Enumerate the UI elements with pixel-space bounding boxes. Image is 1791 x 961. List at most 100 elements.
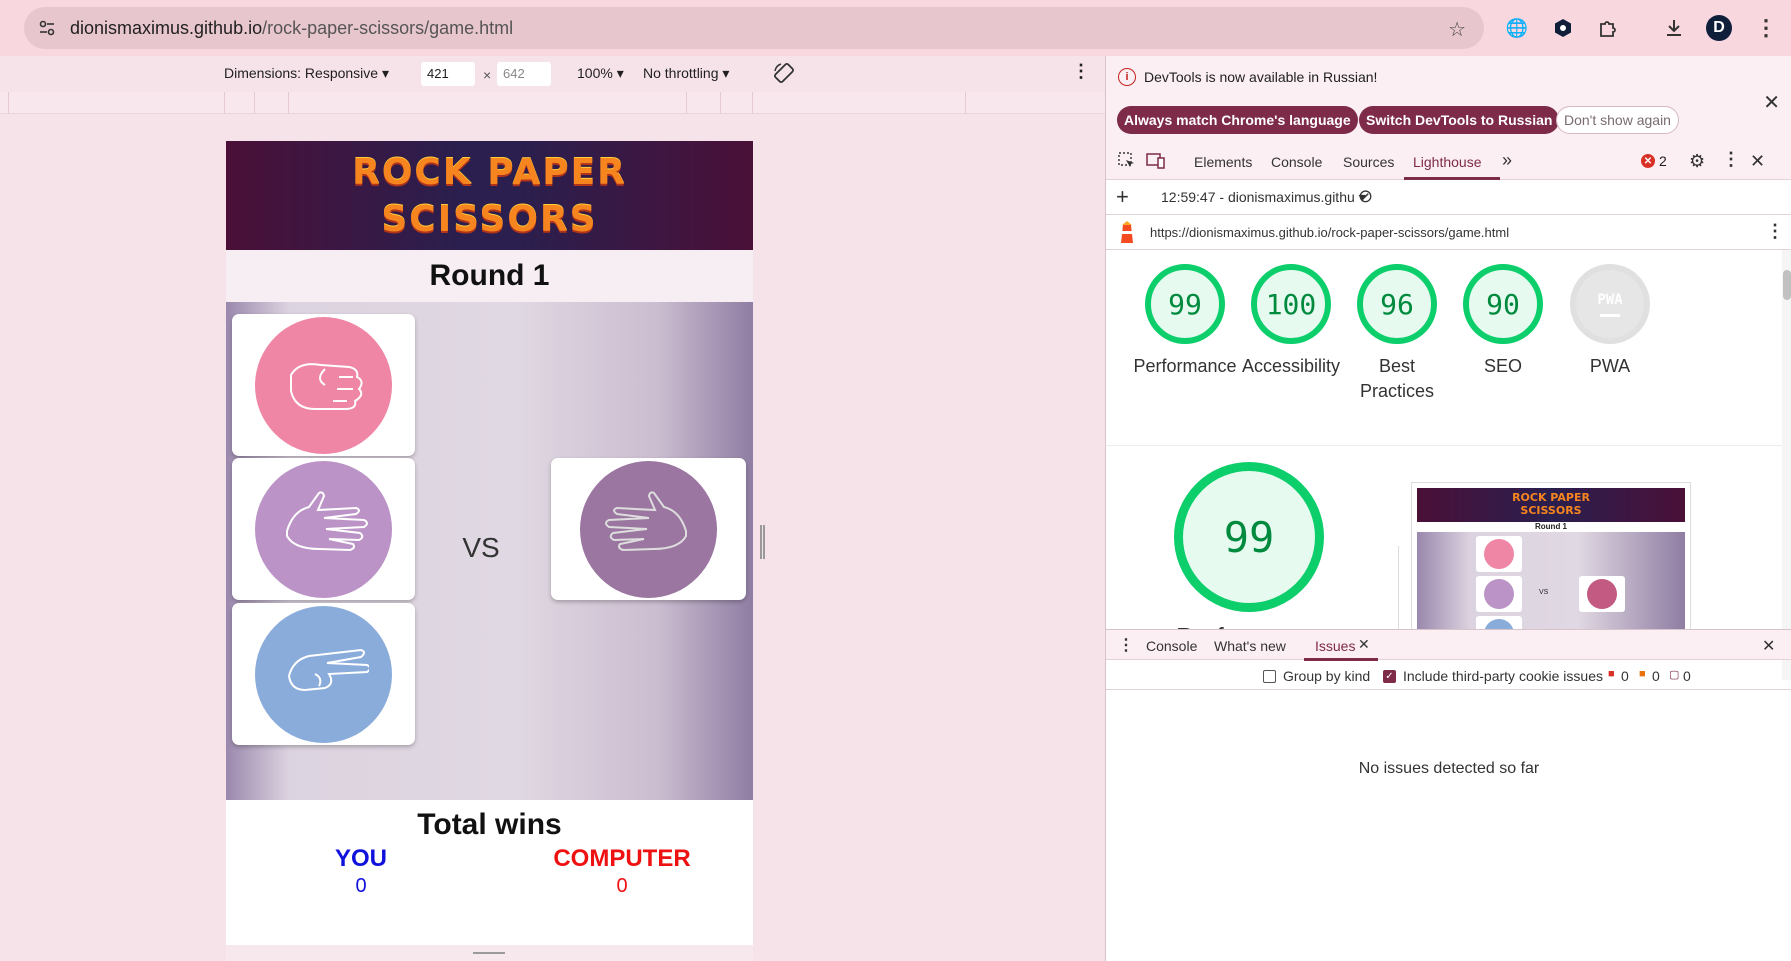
- tab-sources[interactable]: Sources: [1343, 154, 1394, 170]
- computer-choice-card: [551, 458, 746, 600]
- devtools-menu-icon[interactable]: ⋮: [1722, 149, 1740, 170]
- gauge-performance[interactable]: 99 Performance: [1125, 264, 1245, 379]
- report-scrollbar[interactable]: [1782, 250, 1791, 680]
- scissors-hand-icon: [255, 605, 392, 743]
- computer-paper-hand-icon: [580, 460, 717, 598]
- thumb-header: ROCK PAPER SCISSORS: [1417, 488, 1685, 522]
- computer-label: COMPUTER: [553, 845, 691, 872]
- gauge-label: Accessibility: [1241, 356, 1341, 376]
- dimensions-dropdown[interactable]: Dimensions: Responsive ▾: [224, 65, 389, 82]
- include-third-party-checkbox[interactable]: ✓: [1383, 670, 1396, 683]
- thumb-title-1: ROCK PAPER: [1512, 491, 1590, 504]
- gauge-accessibility[interactable]: 100 Accessibility: [1231, 264, 1351, 379]
- devtools-panel: i DevTools is now available in Russian! …: [1105, 56, 1791, 961]
- lighthouse-toolbar: + 12:59:47 - dionismaximus.githu ▾ ⊘: [1106, 180, 1791, 215]
- download-icon[interactable]: [1660, 14, 1688, 42]
- lighthouse-logo-icon: [1118, 221, 1136, 248]
- viewport-resize-handle[interactable]: [760, 525, 765, 559]
- drawer-tab-whats-new[interactable]: What's new: [1214, 638, 1286, 654]
- media-query-ruler[interactable]: [0, 92, 1105, 114]
- rotate-icon[interactable]: [772, 61, 796, 88]
- zoom-dropdown[interactable]: 100% ▾: [577, 65, 624, 82]
- match-language-button[interactable]: Always match Chrome's language: [1117, 106, 1358, 134]
- issue-error-icon: ■: [1608, 668, 1615, 680]
- drawer-menu-icon[interactable]: ⋮: [1118, 635, 1134, 655]
- thumb-title-2: SCISSORS: [1520, 504, 1582, 517]
- final-screenshot-thumbnail[interactable]: ROCK PAPER SCISSORS Round 1 VS: [1411, 482, 1691, 634]
- close-devtools-icon[interactable]: ✕: [1750, 151, 1765, 172]
- infobar-message: i DevTools is now available in Russian!: [1118, 68, 1377, 86]
- browser-toolbar: dionismaximus.github.io/rock-paper-sciss…: [0, 0, 1791, 56]
- url-text[interactable]: dionismaximus.github.io/rock-paper-sciss…: [70, 18, 513, 39]
- dont-show-again-button[interactable]: Don't show again: [1556, 106, 1679, 134]
- report-menu-icon[interactable]: ⋮: [1766, 221, 1784, 242]
- drawer-tab-console[interactable]: Console: [1146, 638, 1197, 654]
- profile-avatar-icon[interactable]: D: [1706, 15, 1732, 41]
- total-wins-heading: Total wins: [417, 808, 562, 841]
- extension-shield-icon[interactable]: [1549, 14, 1577, 42]
- star-icon[interactable]: ☆: [1448, 17, 1466, 42]
- address-bar[interactable]: dionismaximus.github.io/rock-paper-sciss…: [24, 7, 1484, 49]
- gauge-seo[interactable]: 90 SEO: [1443, 264, 1563, 379]
- new-report-icon[interactable]: +: [1116, 184, 1129, 210]
- score-ring: 96: [1357, 264, 1437, 344]
- no-issues-message: No issues detected so far: [1358, 760, 1540, 777]
- drawer-tabbar: ⋮ Console What's new Issues ✕ ✕: [1106, 629, 1791, 661]
- error-icon: ✕: [1641, 154, 1655, 168]
- gauge-label: SEO: [1483, 356, 1522, 376]
- tab-lighthouse[interactable]: Lighthouse: [1413, 154, 1482, 170]
- width-input[interactable]: 421: [421, 62, 475, 86]
- issues-toolbar: Group by kind ✓ Include third-party cook…: [1106, 660, 1791, 690]
- throttling-dropdown[interactable]: No throttling ▾: [643, 65, 729, 82]
- device-toggle-icon[interactable]: [1146, 152, 1166, 173]
- thumb-rock: [1476, 536, 1522, 572]
- performance-big-gauge: 99: [1174, 462, 1324, 612]
- switch-russian-button[interactable]: Switch DevTools to Russian: [1359, 106, 1560, 134]
- issue-error-count: 0: [1621, 668, 1629, 684]
- scissors-choice-button[interactable]: [232, 603, 415, 745]
- report-url[interactable]: https://dionismaximus.github.io/rock-pap…: [1150, 225, 1509, 240]
- dimension-separator: ×: [483, 67, 492, 83]
- height-input[interactable]: 642: [497, 62, 551, 86]
- lighthouse-urlbar: https://dionismaximus.github.io/rock-pap…: [1106, 215, 1791, 250]
- clear-icon[interactable]: ⊘: [1358, 186, 1373, 207]
- error-count-badge[interactable]: ✕ 2: [1641, 153, 1667, 169]
- game-title-line-1: ROCK PAPER: [352, 151, 627, 193]
- device-options-icon[interactable]: ⋮: [1072, 61, 1090, 82]
- thumb-round: Round 1: [1535, 522, 1567, 531]
- include-third-party-label: Include third-party cookie issues: [1403, 668, 1603, 684]
- close-drawer-icon[interactable]: ✕: [1762, 636, 1775, 656]
- device-toolbar: Dimensions: Responsive ▾ 421 × 642 100% …: [0, 56, 1105, 92]
- close-icon[interactable]: ✕: [1763, 90, 1780, 115]
- gauge-best-practices[interactable]: 96 Best Practices: [1337, 264, 1457, 404]
- gauge-label: Best Practices: [1359, 356, 1435, 401]
- viewport-resize-grip[interactable]: [473, 952, 505, 955]
- gauge-pwa[interactable]: PWA PWA: [1550, 264, 1670, 379]
- thumb-arena: VS: [1417, 532, 1685, 633]
- settings-gear-icon[interactable]: ⚙: [1689, 151, 1705, 172]
- translate-icon[interactable]: 🌐: [1503, 14, 1531, 42]
- tab-console[interactable]: Console: [1271, 154, 1322, 170]
- group-by-kind-checkbox[interactable]: [1263, 670, 1276, 683]
- game-header: ROCK PAPER SCISSORS: [226, 141, 753, 250]
- issue-info-count: 0: [1683, 668, 1691, 684]
- rock-choice-button[interactable]: [232, 314, 415, 456]
- score-ring: 100: [1251, 264, 1331, 344]
- menu-kebab-icon[interactable]: ⋮: [1752, 14, 1780, 42]
- language-infobar: i DevTools is now available in Russian! …: [1106, 56, 1791, 144]
- issue-warning-icon: ■: [1639, 668, 1646, 680]
- rock-fist-icon: [255, 316, 392, 454]
- drawer-tab-issues[interactable]: Issues: [1315, 638, 1355, 654]
- more-tabs-icon[interactable]: »: [1502, 150, 1512, 171]
- computer-score: COMPUTER 0: [542, 845, 702, 898]
- tab-elements[interactable]: Elements: [1194, 154, 1252, 170]
- paper-choice-button[interactable]: [232, 458, 415, 600]
- game-title-line-2: SCISSORS: [381, 198, 598, 240]
- game-arena: VS: [226, 302, 753, 800]
- report-selector[interactable]: 12:59:47 - dionismaximus.githu ▾: [1161, 189, 1366, 206]
- computer-score-value: 0: [616, 875, 628, 897]
- tune-icon[interactable]: [36, 17, 58, 39]
- extensions-icon[interactable]: [1594, 14, 1622, 42]
- inspect-element-icon[interactable]: [1118, 152, 1136, 173]
- close-issues-tab-icon[interactable]: ✕: [1358, 636, 1370, 653]
